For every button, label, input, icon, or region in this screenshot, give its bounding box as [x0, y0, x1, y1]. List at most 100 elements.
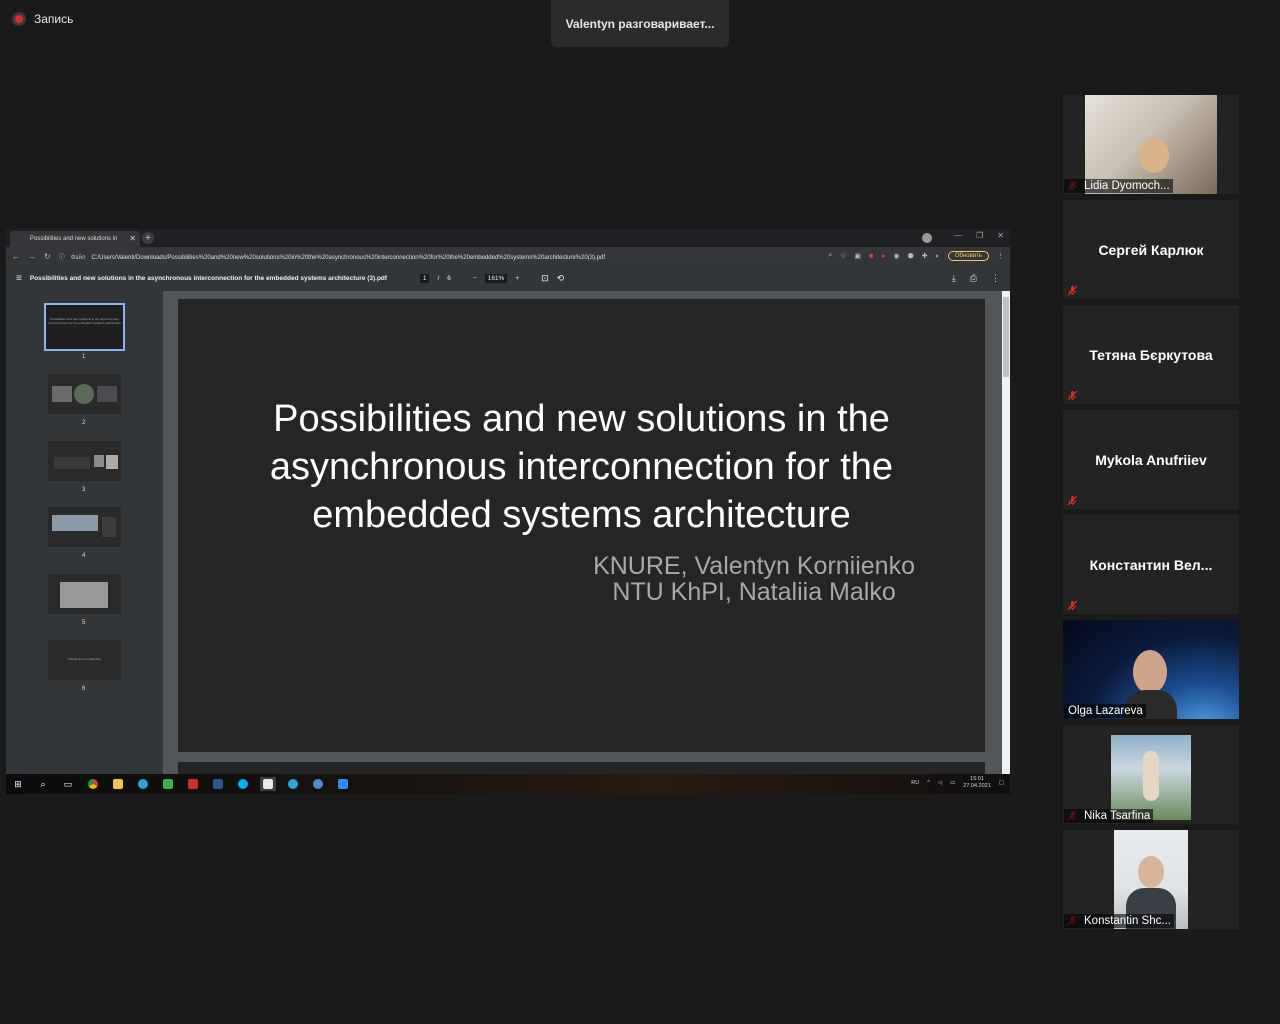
mic-muted-icon	[1067, 285, 1078, 296]
participant-tile[interactable]: Konstantin Shc...	[1063, 830, 1239, 929]
thumbnail-number: 5	[82, 620, 86, 626]
participant-tile[interactable]: Nika Tsarfina	[1063, 725, 1239, 824]
record-icon	[12, 12, 26, 26]
zoom-in-icon[interactable]: +	[515, 275, 519, 282]
acrobat-icon[interactable]	[185, 777, 201, 791]
participant-name: Olga Lazareva	[1064, 704, 1146, 718]
participant-face	[1138, 856, 1164, 888]
tab-title: Possibilities and new solutions in	[30, 236, 118, 242]
download-icon[interactable]: ⤓	[952, 273, 956, 284]
thumbnail-page-5[interactable]	[48, 574, 121, 614]
new-tab-icon[interactable]: +	[142, 232, 154, 244]
fit-page-icon[interactable]: ⊡	[541, 273, 549, 284]
avatar[interactable]: ◐	[936, 253, 940, 260]
url-text: C:/Users/Valenti/Downloads/Possibilities…	[91, 254, 606, 261]
pdf-file-title: Possibilities and new solutions in the a…	[29, 274, 388, 282]
participant-tile[interactable]: Константин Вел...	[1063, 515, 1239, 614]
page-total: 6	[447, 274, 451, 282]
thumbnail-image	[52, 515, 98, 531]
recording-indicator[interactable]: Запись	[12, 12, 73, 26]
chevron-up-icon[interactable]: ^	[927, 780, 930, 786]
chrome-icon[interactable]	[85, 777, 101, 791]
thumbnail-page-4[interactable]	[48, 507, 121, 547]
window-close-icon[interactable]: ✕	[997, 231, 1004, 240]
participant-tile[interactable]: Mykola Anufriiev	[1063, 410, 1239, 509]
browser-tab[interactable]: Possibilities and new solutions in ✕	[10, 231, 140, 247]
zoom-app-icon[interactable]	[335, 777, 351, 791]
telegram-icon[interactable]	[135, 777, 151, 791]
extension-icon[interactable]: ⬢	[908, 252, 914, 260]
telegram-icon[interactable]	[285, 777, 301, 791]
word-icon[interactable]	[210, 777, 226, 791]
thumbnail-page-3[interactable]	[48, 441, 121, 481]
address-field[interactable]: ⓘ Файл C:/Users/Valenti/Downloads/Possibil…	[59, 252, 605, 261]
thumbnail-image	[52, 386, 72, 402]
system-tray: RU ^ ◁ ▭ 15:01 27.04.2021 ▢	[911, 776, 1004, 790]
browser-tab-strip: Possibilities and new solutions in ✕ + —…	[6, 229, 1010, 247]
windows-start-icon[interactable]: ⊞	[10, 777, 26, 791]
folder-icon[interactable]	[110, 777, 126, 791]
back-icon[interactable]: ←	[12, 252, 20, 261]
zoom-out-icon[interactable]: −	[473, 275, 477, 282]
slide-title-line: Possibilities and new solutions in the	[273, 398, 890, 440]
thumbnail-number: 3	[82, 487, 86, 493]
extension-icon[interactable]: ●	[881, 253, 885, 260]
skype-icon[interactable]	[235, 777, 251, 791]
more-icon[interactable]: ⋮	[991, 273, 1000, 284]
participant-name: Сергей Карлюк	[1098, 241, 1204, 258]
puzzle-icon[interactable]: ✚	[922, 252, 928, 260]
participant-name: Mykola Anufriiev	[1095, 451, 1207, 468]
language-indicator[interactable]: RU	[911, 780, 919, 786]
app-icon[interactable]	[160, 777, 176, 791]
participant-figure	[1143, 751, 1159, 801]
zoom-icon[interactable]: ⌕	[828, 252, 832, 260]
browser-icon[interactable]	[310, 777, 326, 791]
participant-tile[interactable]: Olga Lazareva	[1063, 620, 1239, 719]
thumbnail-image	[74, 384, 94, 404]
minimize-icon[interactable]: —	[954, 231, 962, 240]
notification-icon[interactable]: ▢	[999, 780, 1004, 786]
thumbnail-image	[54, 457, 90, 469]
notepad-icon[interactable]	[260, 777, 276, 791]
info-icon: ⓘ	[58, 254, 65, 261]
thumbnail-image	[106, 455, 118, 469]
scrollbar[interactable]	[1002, 291, 1010, 774]
update-button[interactable]: Обновить	[947, 251, 989, 261]
thumbnail-page-1[interactable]: Possibilities and new solutions in the a…	[44, 303, 125, 351]
task-view-icon[interactable]: ▭	[60, 777, 76, 791]
participant-name: Konstantin Shc...	[1064, 914, 1174, 928]
rotate-icon[interactable]: ⟲	[557, 273, 565, 284]
browser-actions: ⌕ ☆ ▣ ■ ● ◉ ⬢ ✚ ◐ Обновить ⋮	[828, 251, 1004, 261]
zoom-input[interactable]: 161%	[484, 273, 508, 283]
participant-tile[interactable]: Сергей Карлюк	[1063, 200, 1239, 299]
hamburger-icon[interactable]: ≡	[16, 273, 22, 284]
clock[interactable]: 15:01 27.04.2021	[963, 776, 991, 790]
kebab-menu-icon[interactable]: ⋮	[997, 252, 1004, 260]
forward-icon[interactable]: →	[28, 252, 36, 261]
volume-icon[interactable]: ◁	[938, 780, 942, 786]
extension-icon[interactable]: ■	[869, 253, 873, 260]
thumbnail-page-6[interactable]: Thanks for your attention	[48, 640, 121, 680]
star-icon[interactable]: ☆	[840, 252, 846, 260]
participant-tile[interactable]: Тетяна Бєркутова	[1063, 305, 1239, 404]
print-icon[interactable]: ⎙	[970, 273, 977, 284]
close-icon[interactable]: ✕	[129, 234, 136, 243]
thumbnail-page-2[interactable]	[48, 374, 121, 414]
thumbnail-number: 6	[82, 686, 86, 692]
keyboard-icon[interactable]: ▭	[950, 780, 955, 786]
profile-icon[interactable]	[922, 233, 932, 243]
thumbnail-image	[97, 386, 117, 402]
maximize-icon[interactable]: ❐	[976, 231, 983, 240]
thumbnail-number: 4	[82, 553, 86, 559]
extension-icon[interactable]: ▣	[854, 252, 861, 260]
participant-tile[interactable]: Lidia Dyomoch...	[1063, 95, 1239, 194]
participant-face	[1139, 137, 1169, 173]
extension-icon[interactable]: ◉	[893, 252, 899, 260]
page-number-input[interactable]: 1	[419, 273, 430, 283]
search-icon[interactable]: ⌕	[35, 777, 51, 791]
mic-muted-icon	[1067, 495, 1078, 506]
active-speaker-text: Valentyn разговаривает...	[565, 16, 715, 31]
reload-icon[interactable]: ↻	[44, 252, 51, 261]
pdf-toolbar: ≡ Possibilities and new solutions in the…	[6, 265, 1010, 291]
author-line: NTU KhPI, Nataliia Malko	[612, 578, 896, 606]
